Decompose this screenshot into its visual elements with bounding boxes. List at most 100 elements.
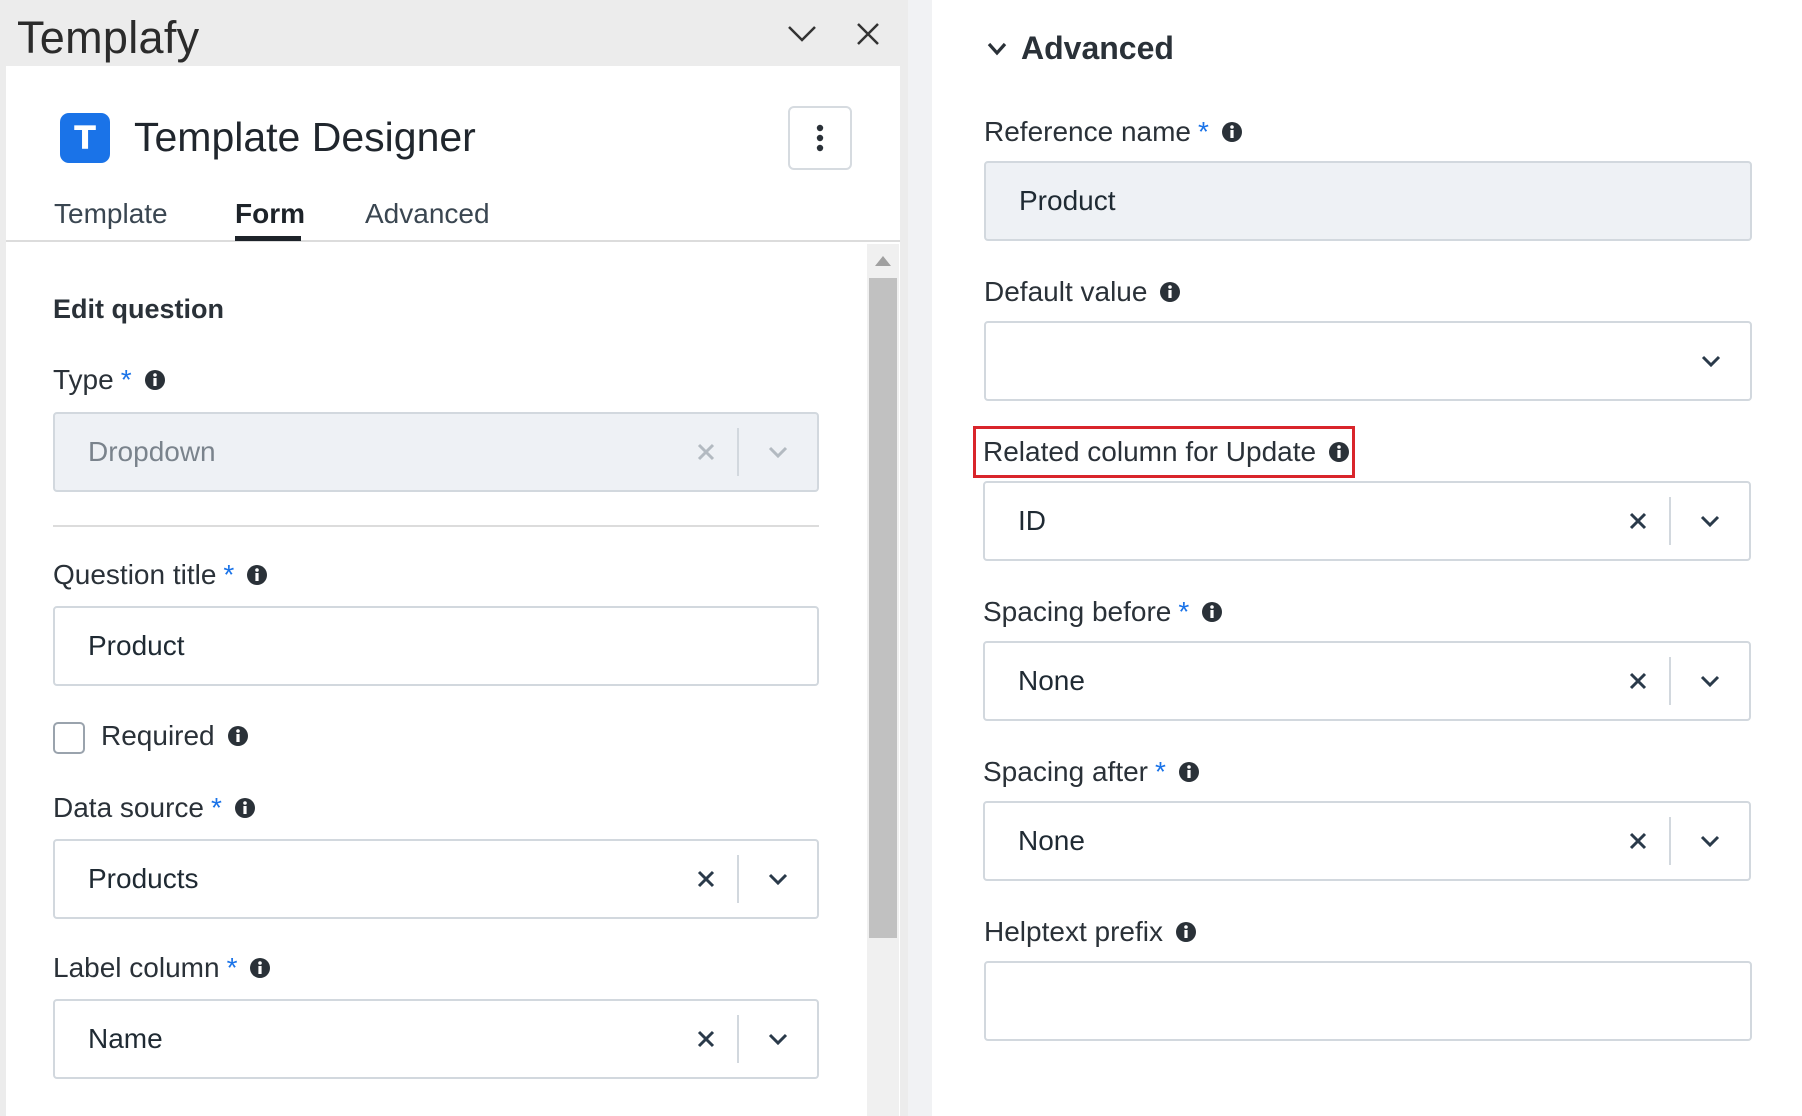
required-mark: * [1178, 596, 1190, 627]
spacing-after-label: Spacing after * [983, 756, 1200, 788]
question-title-label: Question title * [53, 559, 268, 591]
collapse-button[interactable] [780, 12, 824, 56]
spacing-after-label-text: Spacing after [983, 756, 1148, 787]
advanced-section-toggle[interactable]: Advanced [987, 30, 1174, 67]
info-icon[interactable] [1178, 761, 1200, 783]
chevron-down-icon[interactable] [761, 1022, 795, 1056]
label-column-label-text: Label column [53, 952, 220, 983]
spacing-after-select[interactable]: None [983, 801, 1751, 881]
clear-icon[interactable] [693, 866, 719, 892]
related-column-select[interactable]: ID [983, 481, 1751, 561]
info-icon[interactable] [1175, 921, 1197, 943]
required-mark: * [120, 364, 132, 395]
type-label-text: Type [53, 364, 114, 395]
reference-name-input[interactable]: Product [984, 161, 1752, 241]
required-mark: * [1155, 756, 1166, 787]
related-column-label-text: Related column for Update [983, 436, 1317, 467]
info-icon[interactable] [1159, 281, 1181, 303]
data-source-label-text: Data source [53, 792, 204, 823]
designer-panel: T Template Designer Template Form Advanc… [6, 66, 900, 1116]
templafy-logo: T [60, 113, 110, 163]
advanced-pane: Advanced Reference name * Product Defaul… [932, 0, 1802, 1116]
clear-icon[interactable] [693, 439, 719, 465]
default-value-label-text: Default value [984, 276, 1148, 307]
select-divider [1669, 817, 1671, 865]
clear-icon[interactable] [1625, 668, 1651, 694]
data-source-select[interactable]: Products [53, 839, 819, 919]
select-divider [737, 855, 739, 903]
active-tab-indicator [235, 236, 301, 241]
chevron-down-icon [987, 42, 1007, 55]
vertical-scrollbar[interactable] [867, 244, 899, 1116]
section-divider [53, 525, 819, 527]
tab-template[interactable]: Template [54, 198, 168, 230]
required-mark: * [223, 559, 235, 590]
question-title-label-text: Question title [53, 559, 217, 590]
pane-separator [908, 0, 932, 1116]
more-options-button[interactable] [788, 106, 852, 170]
required-mark: * [210, 792, 222, 823]
question-title-value: Product [88, 630, 185, 661]
select-divider [1669, 497, 1671, 545]
select-divider [737, 428, 739, 476]
close-button[interactable] [846, 12, 890, 56]
helptext-prefix-label: Helptext prefix [984, 916, 1197, 948]
reference-name-label: Reference name * [984, 116, 1243, 148]
reference-name-value: Product [1019, 185, 1116, 216]
info-icon[interactable] [234, 797, 256, 819]
type-select[interactable]: Dropdown [53, 412, 819, 492]
spacing-before-label-text: Spacing before [983, 596, 1172, 627]
spacing-before-select[interactable]: None [983, 641, 1751, 721]
helptext-prefix-input[interactable] [984, 961, 1752, 1041]
info-icon[interactable] [1221, 121, 1243, 143]
tab-advanced[interactable]: Advanced [365, 198, 490, 230]
clear-icon[interactable] [1625, 828, 1651, 854]
form-scroll-area: Edit question Type * Dropdown Question t… [6, 244, 900, 1116]
select-divider [737, 1015, 739, 1063]
related-column-label: Related column for Update [983, 436, 1350, 468]
required-checkbox[interactable] [53, 722, 85, 754]
designer-title: Template Designer [134, 114, 476, 160]
chevron-down-icon[interactable] [761, 435, 795, 469]
clear-icon[interactable] [693, 1026, 719, 1052]
chevron-down-icon[interactable] [1693, 664, 1727, 698]
info-icon[interactable] [246, 564, 268, 586]
label-column-label: Label column * [53, 952, 271, 984]
designer-header: T Template Designer Template Form Advanc… [6, 66, 900, 242]
title-bar: Templafy [0, 0, 908, 66]
reference-name-label-text: Reference name [984, 116, 1192, 147]
chevron-down-icon[interactable] [761, 862, 795, 896]
required-mark: * [1198, 116, 1209, 147]
info-icon[interactable] [144, 369, 166, 391]
info-icon[interactable] [1201, 601, 1223, 623]
chevron-down-icon [788, 26, 816, 42]
tab-form[interactable]: Form [235, 198, 305, 230]
app-name: Templafy [17, 12, 200, 63]
chevron-down-icon[interactable] [1694, 344, 1728, 378]
clear-icon[interactable] [1625, 508, 1651, 534]
label-column-select[interactable]: Name [53, 999, 819, 1079]
default-value-select[interactable] [984, 321, 1752, 401]
select-divider [1669, 657, 1671, 705]
scroll-up-arrow-icon[interactable] [875, 256, 891, 266]
chevron-down-icon[interactable] [1693, 824, 1727, 858]
left-pane: Templafy T Template Designer Template Fo… [0, 0, 908, 1116]
data-source-label: Data source * [53, 792, 256, 824]
scrollbar-thumb[interactable] [869, 278, 897, 938]
chevron-down-icon[interactable] [1693, 504, 1727, 538]
advanced-heading: Advanced [1021, 30, 1174, 66]
info-icon[interactable] [1328, 441, 1350, 463]
required-label: Required [101, 720, 249, 752]
spacing-before-label: Spacing before * [983, 596, 1223, 628]
info-icon[interactable] [227, 725, 249, 747]
more-vertical-icon [816, 124, 824, 152]
required-label-text: Required [101, 720, 215, 751]
helptext-prefix-label-text: Helptext prefix [984, 916, 1163, 947]
required-mark: * [226, 952, 238, 983]
close-icon [857, 23, 879, 45]
edit-question-heading: Edit question [53, 294, 224, 324]
question-title-input[interactable]: Product [53, 606, 819, 686]
default-value-label: Default value [984, 276, 1181, 308]
type-label: Type * [53, 364, 166, 396]
info-icon[interactable] [249, 957, 271, 979]
